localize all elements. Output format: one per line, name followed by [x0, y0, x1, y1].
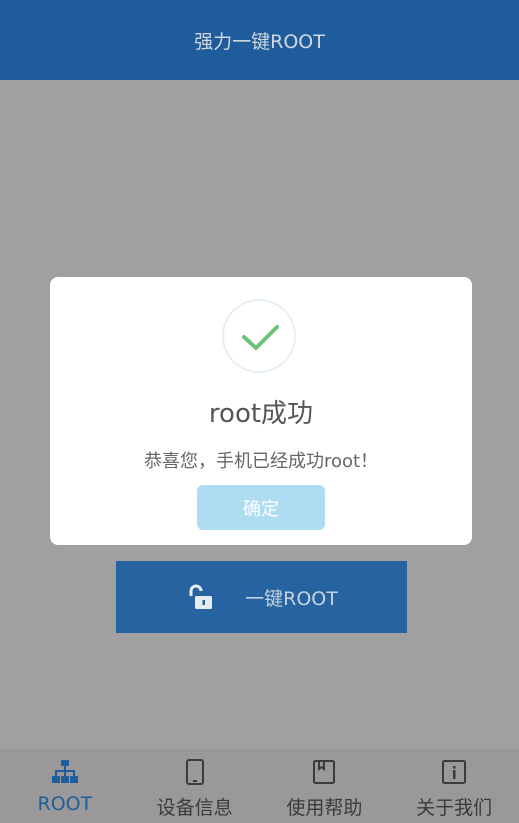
tab-device-info[interactable]: 设备信息 [130, 749, 260, 823]
confirm-button[interactable]: 确定 [197, 485, 325, 530]
network-tree-icon [51, 760, 78, 783]
info-icon [442, 760, 467, 784]
tab-help-label: 使用帮助 [286, 797, 363, 819]
tab-device-info-label: 设备信息 [156, 797, 233, 819]
phone-icon [185, 759, 204, 785]
tab-about-label: 关于我们 [416, 797, 493, 819]
checkmark-icon [242, 325, 279, 350]
one-click-root-button[interactable]: 一键ROOT [116, 561, 407, 633]
tab-help[interactable]: 使用帮助 [260, 749, 390, 823]
tab-root-label: ROOT [37, 793, 93, 815]
book-icon [313, 760, 336, 784]
root-success-dialog: root成功 恭喜您，手机已经成功root！ 确定 [50, 277, 472, 545]
tab-root[interactable]: ROOT [0, 749, 130, 823]
dialog-title: root成功 [208, 399, 314, 429]
dialog-message: 恭喜您，手机已经成功root！ [143, 451, 379, 472]
bottom-tab-bar: ROOT 设备信息 使用帮助 关于我们 [0, 749, 519, 823]
one-click-root-label: 一键ROOT [245, 587, 338, 610]
tab-about[interactable]: 关于我们 [389, 749, 519, 823]
unlock-icon [189, 584, 213, 609]
app-header: 强力一键ROOT [0, 0, 519, 80]
app-title: 强力一键ROOT [194, 30, 325, 53]
success-circle [222, 299, 296, 373]
